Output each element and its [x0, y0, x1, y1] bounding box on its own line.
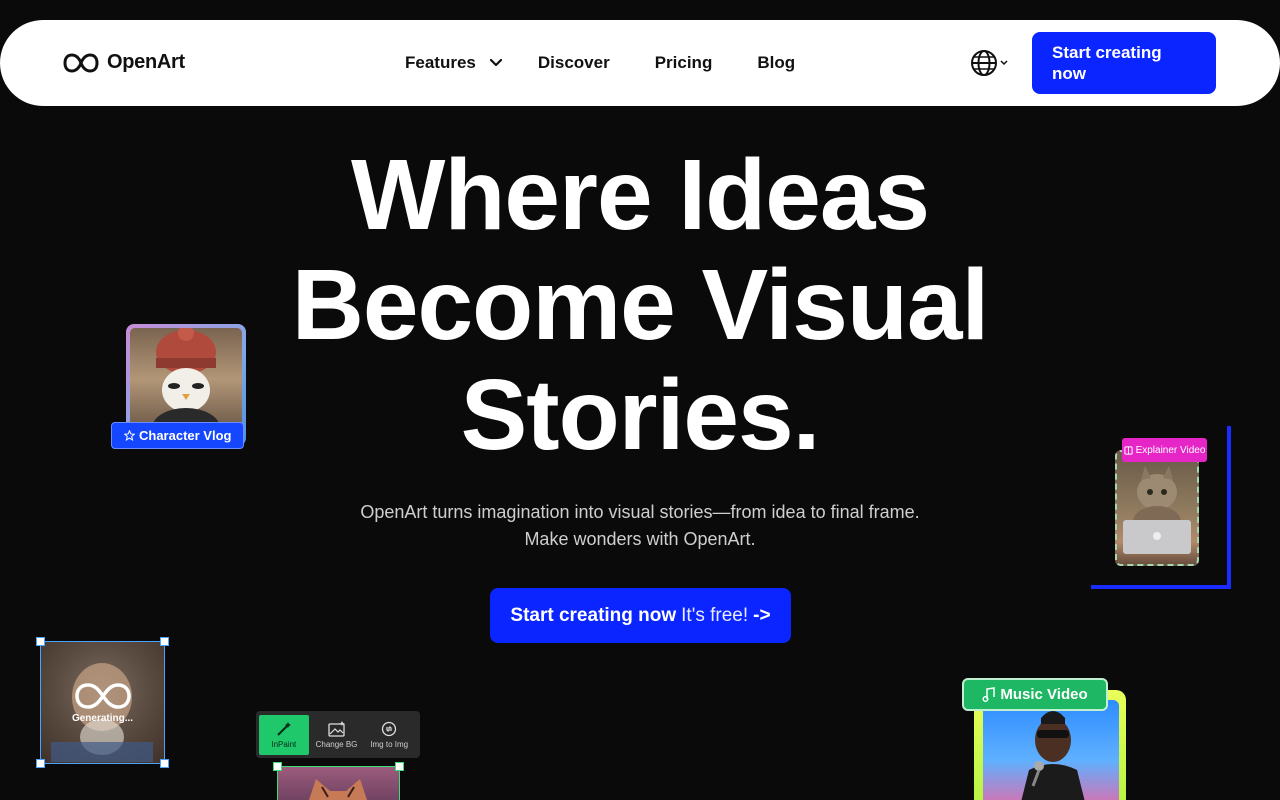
resize-handle-bottom-left[interactable]: [36, 759, 45, 768]
nav-links: Features Discover Pricing Blog: [405, 20, 795, 106]
start-creating-button[interactable]: Start creating now: [1032, 32, 1216, 94]
hero-title-line: Stories.: [460, 359, 821, 471]
resize-handle-bottom-right[interactable]: [160, 759, 169, 768]
music-video-label: Music Video: [1000, 686, 1088, 703]
music-note-icon: [982, 687, 996, 702]
hero-title-line: Where Ideas: [350, 139, 930, 251]
infinity-loading-icon: [74, 683, 131, 709]
explainer-video-image: [1115, 450, 1199, 566]
nav-pricing[interactable]: Pricing: [655, 53, 713, 73]
nav-discover[interactable]: Discover: [538, 53, 610, 73]
hero-title: Where Ideas Become Visual Stories.: [240, 140, 1040, 470]
image-icon: [327, 720, 345, 737]
explainer-video-badge: Explainer Video: [1122, 438, 1207, 462]
hero-subtitle-line: Make wonders with OpenArt.: [524, 529, 756, 549]
cat-laptop-illustration: [1123, 466, 1191, 554]
resize-handle-top-right[interactable]: [395, 762, 404, 771]
hero-cta-free-label: It's free!: [681, 604, 749, 626]
top-navigation: OpenArt Features Discover Pricing Blog S…: [0, 20, 1280, 106]
generating-label: Generating...: [71, 713, 134, 724]
tiger-image: [273, 762, 404, 800]
chevron-down-icon: [489, 59, 502, 67]
book-icon: [1123, 445, 1133, 455]
swap-icon: [382, 721, 397, 736]
landing-page: OpenArt Features Discover Pricing Blog S…: [0, 0, 1280, 800]
globe-icon: [971, 50, 997, 76]
hero-cta-label: Start creating now: [510, 604, 677, 626]
tool-inpaint[interactable]: InPaint: [259, 714, 309, 755]
character-vlog-label: Character Vlog: [139, 428, 232, 443]
nav-pricing-label: Pricing: [654, 53, 713, 72]
generating-overlay: Generating...: [41, 642, 164, 763]
hero-subtitle: OpenArt turns imagination into visual st…: [290, 499, 990, 553]
music-video-image: [983, 700, 1119, 800]
nav-features[interactable]: Features: [405, 53, 502, 73]
nav-discover-label: Discover: [537, 53, 610, 72]
tool-inpaint-label: InPaint: [271, 739, 297, 749]
language-selector[interactable]: [970, 49, 1008, 77]
character-vlog-badge: Character Vlog: [111, 422, 245, 449]
resize-handle-top-right[interactable]: [160, 637, 169, 646]
hero-title-line: Become Visual: [291, 249, 990, 361]
chevron-down-icon: [1000, 60, 1008, 66]
resize-handle-top-left[interactable]: [273, 762, 282, 771]
generating-card: Generating...: [36, 637, 169, 768]
logo[interactable]: OpenArt: [63, 51, 185, 74]
resize-handle-top-left[interactable]: [36, 637, 45, 646]
arrow-icon: ->: [753, 604, 771, 626]
hero-start-creating-button[interactable]: Start creating now It's free! ->: [490, 588, 791, 643]
tiger-illustration: [309, 779, 367, 800]
hero-subtitle-line: OpenArt turns imagination into visual st…: [360, 502, 920, 522]
magic-wand-icon: [277, 721, 291, 736]
tool-img-to-img[interactable]: Img to Img: [364, 715, 414, 755]
tool-change-bg-label: Change BG: [315, 739, 358, 749]
edit-toolbar: InPaint Change BG Img to Img: [256, 711, 420, 758]
logo-text: OpenArt: [107, 51, 185, 73]
nav-blog-label: Blog: [757, 53, 796, 72]
nav-features-label: Features: [405, 53, 476, 72]
singer-illustration: [1021, 711, 1085, 800]
nav-blog[interactable]: Blog: [757, 53, 795, 73]
music-video-badge: Music Video: [962, 678, 1108, 711]
star-icon: [124, 430, 135, 441]
infinity-logo-icon: [63, 52, 99, 73]
tool-change-bg[interactable]: Change BG: [312, 715, 362, 755]
tool-img-to-img-label: Img to Img: [370, 739, 409, 749]
explainer-video-label: Explainer Video: [1135, 444, 1206, 456]
